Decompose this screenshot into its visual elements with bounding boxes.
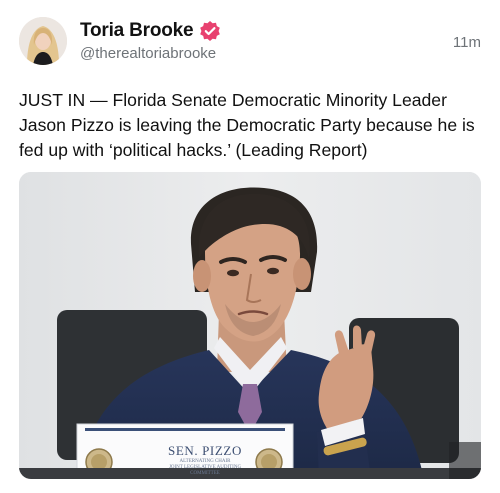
post-image[interactable]: SEN. PIZZO ALTERNATING CHAIR JOINT LEGIS… bbox=[19, 172, 481, 479]
author-handle[interactable]: @therealtoriabrooke bbox=[80, 45, 216, 62]
avatar[interactable] bbox=[19, 17, 67, 65]
verified-badge-icon bbox=[199, 20, 221, 42]
placard-subtitle: ALTERNATING CHAIR JOINT LEGISLATIVE AUDI… bbox=[155, 459, 255, 477]
placard-subtitle-line-2: JOINT LEGISLATIVE AUDITING COMMITTEE bbox=[168, 465, 242, 476]
author-display-name[interactable]: Toria Brooke bbox=[80, 20, 194, 42]
social-post: Toria Brooke @therealtoriabrooke 11m JUS… bbox=[0, 0, 500, 493]
post-text: JUST IN — Florida Senate Democratic Mino… bbox=[19, 90, 475, 160]
author-name-row: Toria Brooke bbox=[80, 18, 221, 44]
post-timestamp[interactable]: 11m bbox=[453, 34, 481, 51]
placard-name: SEN. PIZZO bbox=[168, 443, 242, 458]
